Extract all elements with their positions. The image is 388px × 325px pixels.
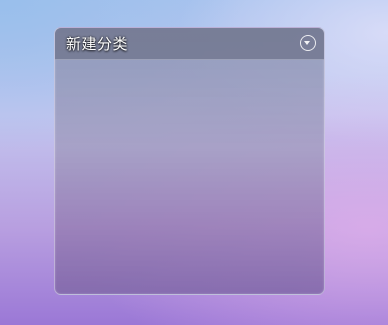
panel-header[interactable]: 新建分类 — [55, 28, 324, 60]
chevron-down-circle-icon[interactable] — [300, 35, 316, 51]
panel-title[interactable]: 新建分类 — [66, 35, 128, 53]
dropdown-arrow-icon — [304, 41, 310, 45]
panel-content-area[interactable] — [55, 60, 324, 294]
category-panel: 新建分类 — [54, 27, 325, 295]
